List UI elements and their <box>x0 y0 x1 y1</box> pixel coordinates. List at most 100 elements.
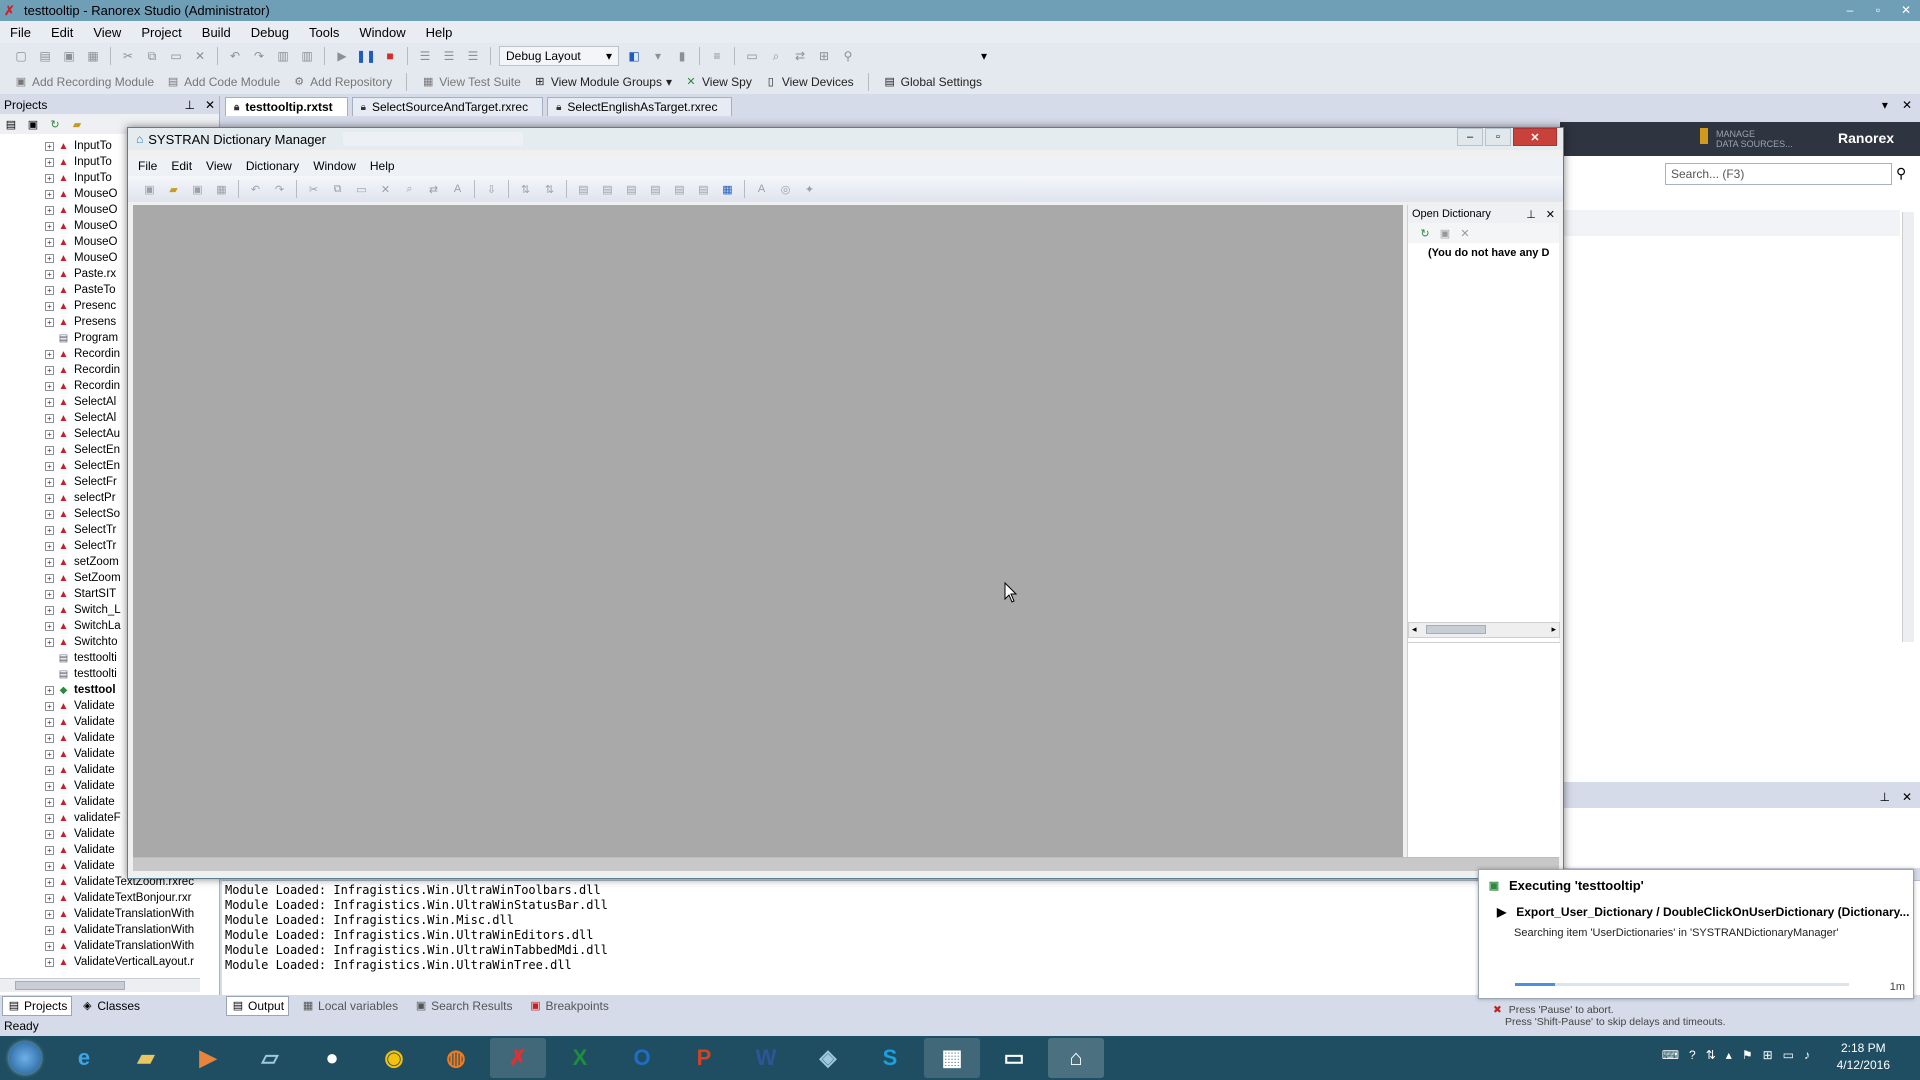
undo-icon[interactable]: ↶ <box>226 47 244 65</box>
redo-icon[interactable]: ↷ <box>250 47 268 65</box>
display-icon[interactable]: ▭ <box>1783 1048 1794 1062</box>
expand-icon[interactable]: + <box>45 541 54 551</box>
sort-desc-icon[interactable]: ⇅ <box>540 180 559 198</box>
menu-build[interactable]: Build <box>202 25 231 40</box>
expand-icon[interactable]: + <box>45 829 54 839</box>
expand-icon[interactable]: + <box>45 381 54 391</box>
expand-icon[interactable]: + <box>45 877 54 887</box>
open-dictionary-icon[interactable]: ▣ <box>1438 226 1452 240</box>
expand-icon[interactable]: + <box>45 845 54 855</box>
expand-icon[interactable]: + <box>45 573 54 583</box>
font-icon[interactable]: A <box>752 180 771 198</box>
close-icon[interactable]: ✕ <box>1902 98 1912 112</box>
close-icon[interactable]: ✕ <box>1458 226 1472 240</box>
pin-icon[interactable]: ⊥ <box>184 98 194 112</box>
tab-breakpoints[interactable]: ▣ Breakpoints <box>524 997 612 1015</box>
expand-icon[interactable]: + <box>45 349 54 359</box>
scrollbar-thumb[interactable] <box>1426 625 1486 634</box>
menu-help[interactable]: Help <box>370 159 395 173</box>
insert-column-icon[interactable]: ▤ <box>598 180 617 198</box>
save-all-icon[interactable]: ▦ <box>84 47 102 65</box>
add-code-module-button[interactable]: ▤ Add Code Module <box>166 75 280 89</box>
eclipse-icon[interactable]: ● <box>304 1038 360 1078</box>
bookmark-icon[interactable]: ◧ <box>625 47 643 65</box>
replace-icon[interactable]: ⇄ <box>424 180 443 198</box>
spellcheck-icon[interactable]: A <box>448 180 467 198</box>
refresh-icon[interactable]: ↻ <box>48 117 62 131</box>
delete-column-icon[interactable]: ▤ <box>646 180 665 198</box>
expand-icon[interactable]: + <box>45 957 54 967</box>
filter-icon[interactable]: ▤ <box>670 180 689 198</box>
windows-icon[interactable]: ⊞ <box>1763 1048 1773 1062</box>
expand-icon[interactable]: + <box>45 237 54 247</box>
expand-icon[interactable]: + <box>45 637 54 647</box>
pause-icon[interactable]: ❚❚ <box>356 47 376 65</box>
close-icon[interactable]: ✕ <box>1546 208 1555 221</box>
tab-testtooltip[interactable]: 🔒︎ testtooltip.rxtst <box>225 97 348 116</box>
tab-select-source-and-target[interactable]: 🔒︎ SelectSourceAndTarget.rxrec <box>351 97 544 116</box>
menu-debug[interactable]: Debug <box>251 25 289 40</box>
menu-view[interactable]: View <box>206 159 232 173</box>
expand-icon[interactable]: + <box>45 365 54 375</box>
expand-icon[interactable]: + <box>45 925 54 935</box>
find-icon[interactable]: ⌕ <box>767 47 785 65</box>
replace-icon[interactable]: ⇄ <box>791 47 809 65</box>
search-combo[interactable]: ▾ <box>863 46 993 66</box>
new-icon[interactable]: ▢ <box>12 47 30 65</box>
start-button[interactable] <box>0 1036 50 1080</box>
expand-icon[interactable]: + <box>45 909 54 919</box>
stop-icon[interactable]: ■ <box>381 47 399 65</box>
expand-icon[interactable]: + <box>45 205 54 215</box>
outlook-icon[interactable]: O <box>614 1038 670 1078</box>
expand-icon[interactable]: + <box>45 253 54 263</box>
run-icon[interactable]: ▶ <box>333 47 351 65</box>
tab-output[interactable]: ▤ Output <box>226 995 290 1016</box>
save-all-icon[interactable]: ▦ <box>212 180 231 198</box>
menu-file[interactable]: File <box>10 25 31 40</box>
expand-icon[interactable]: + <box>45 269 54 279</box>
maximize-button[interactable]: ▫ <box>1864 0 1892 21</box>
expand-icon[interactable]: + <box>45 157 54 167</box>
mdi-workspace[interactable] <box>133 205 1403 857</box>
window-icon[interactable]: ▭ <box>743 47 761 65</box>
scroll-right-icon[interactable]: ▸ <box>1551 624 1556 635</box>
cut-icon[interactable]: ✂ <box>304 180 323 198</box>
test-suite-row[interactable] <box>1560 210 1900 236</box>
tree-horizontal-scrollbar[interactable] <box>0 978 200 992</box>
excel-icon[interactable]: X <box>552 1038 608 1078</box>
import-icon[interactable]: ⇩ <box>482 180 501 198</box>
expand-icon[interactable]: + <box>45 733 54 743</box>
word-icon[interactable]: W <box>738 1038 794 1078</box>
tree-item[interactable]: + ▲ ValidateVerticalLayout.r <box>0 954 220 970</box>
expand-icon[interactable]: + <box>45 717 54 727</box>
expand-icon[interactable]: + <box>45 461 54 471</box>
add-repository-button[interactable]: ⚙ Add Repository <box>292 75 392 89</box>
expand-icon[interactable]: + <box>45 893 54 903</box>
tree-item[interactable]: + ▲ ValidateTextBonjour.rxr <box>0 890 220 906</box>
global-settings-button[interactable]: ▤ Global Settings <box>883 75 982 89</box>
menu-tools[interactable]: Tools <box>309 25 339 40</box>
vertical-scrollbar[interactable] <box>1902 212 1914 642</box>
pin-icon[interactable]: ⊥ <box>1879 790 1889 808</box>
expand-icon[interactable]: + <box>45 685 54 695</box>
expand-icon[interactable]: + <box>45 813 54 823</box>
volume-icon[interactable]: ♪ <box>1804 1048 1810 1062</box>
minimize-button[interactable]: – <box>1836 0 1864 21</box>
paste-icon[interactable]: ▭ <box>167 47 185 65</box>
close-button[interactable]: ✕ <box>1513 128 1557 146</box>
expand-icon[interactable]: + <box>45 941 54 951</box>
manage-data-sources-button[interactable]: MANAGE DATA SOURCES... <box>1716 129 1793 149</box>
close-button[interactable]: ✕ <box>1892 0 1920 21</box>
settings-icon[interactable]: ✦ <box>800 180 819 198</box>
expand-icon[interactable]: + <box>45 397 54 407</box>
expand-icon[interactable]: + <box>45 189 54 199</box>
menu-file[interactable]: File <box>138 159 157 173</box>
tab-select-english-as-target[interactable]: 🔒︎ SelectEnglishAsTarget.rxrec <box>547 97 733 116</box>
redo-icon[interactable]: ↷ <box>270 180 289 198</box>
chrome-icon[interactable]: ◉ <box>366 1038 422 1078</box>
expand-icon[interactable]: + <box>45 589 54 599</box>
maximize-button[interactable]: ▫ <box>1485 128 1511 146</box>
expand-icon[interactable]: + <box>45 557 54 567</box>
view-devices-button[interactable]: ▯ View Devices <box>764 75 854 89</box>
delete-icon[interactable]: ✕ <box>191 47 209 65</box>
